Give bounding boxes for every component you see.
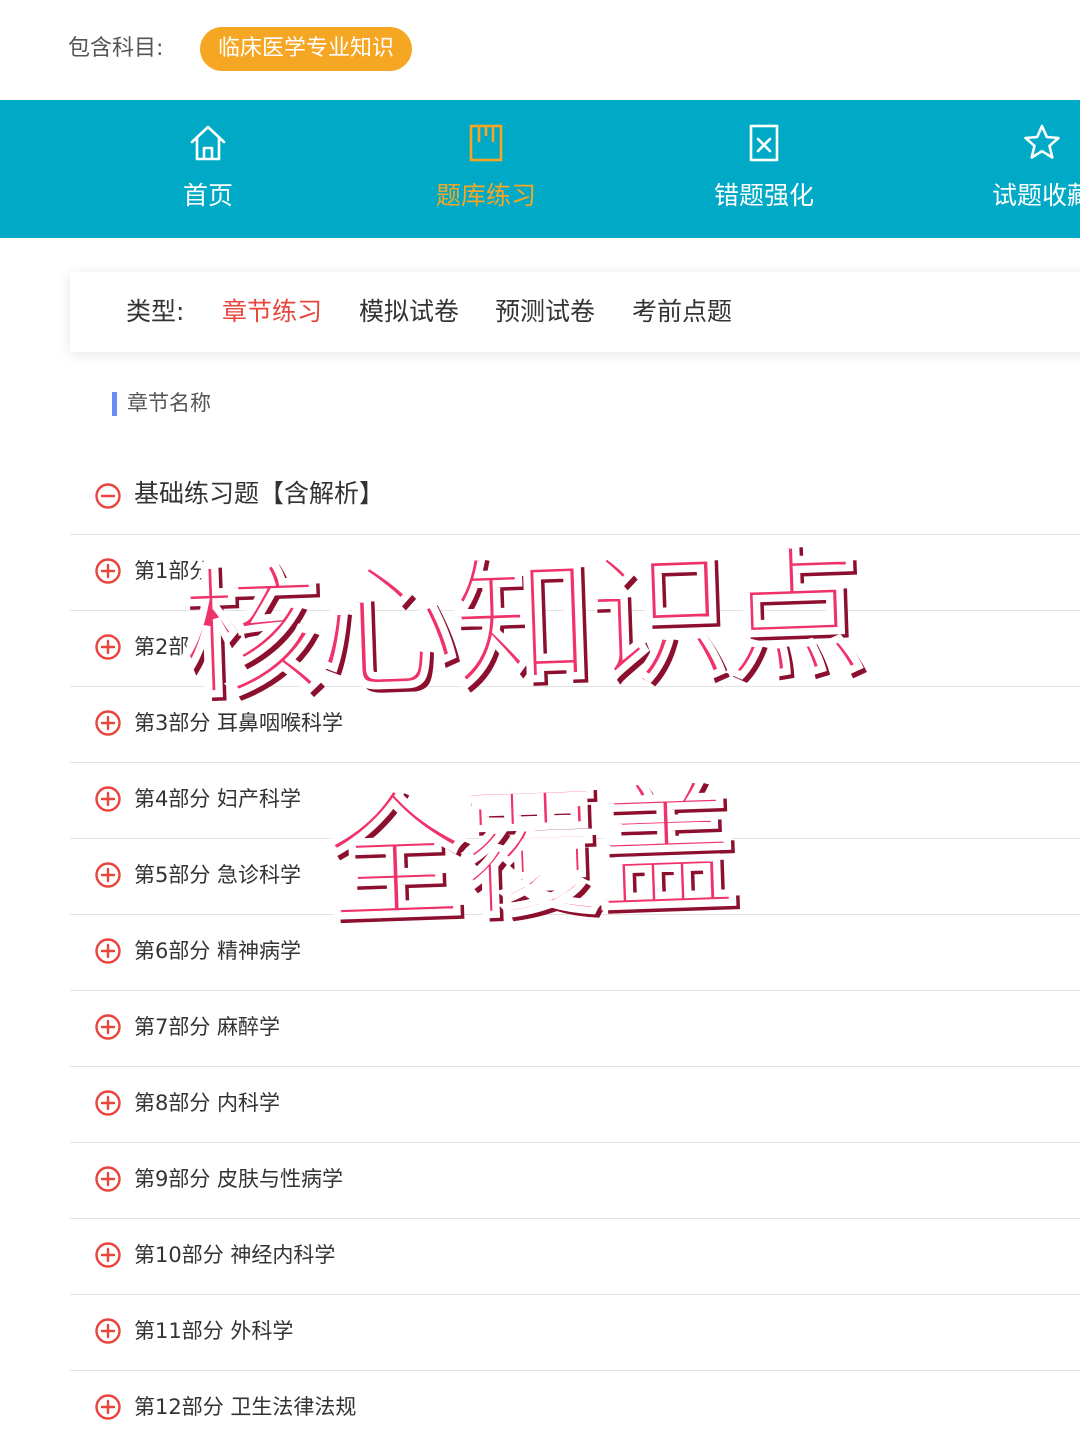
star-icon [1024,124,1060,159]
nav-label: 首页 [182,181,233,210]
subject-bar: 包含科目: 临床医学专业知识 [0,0,1080,100]
chapter-title: 第4部分 妇产科学 [134,787,302,811]
group-row[interactable]: 基础练习题【含解析】 [70,458,1080,535]
promo-overlay-line1: 核心知识点 [176,530,864,720]
chapter-title: 第12部分 卫生法律法规 [134,1395,357,1419]
expand-circle-icon[interactable] [94,1089,122,1117]
nav-item-wrong-questions[interactable]: 错题强化 [674,100,854,238]
expand-circle-icon[interactable] [94,633,122,661]
expand-circle-icon[interactable] [94,1317,122,1345]
chapter-title: 第7部分 麻醉学 [134,1015,281,1039]
chapter-title: 第9部分 皮肤与性病学 [134,1167,344,1191]
tab-mock-exam[interactable]: 模拟试卷 [359,294,459,330]
nav-item-favorites[interactable]: 试题收藏 [952,100,1080,238]
nav-label: 错题强化 [713,181,814,210]
chapter-title: 第5部分 急诊科学 [134,863,302,887]
chapter-row[interactable]: 第8部分 内科学 [70,1066,1080,1143]
tab-pre-exam-points[interactable]: 考前点题 [632,294,732,330]
expand-circle-icon[interactable] [94,1241,122,1269]
tab-prediction-exam[interactable]: 预测试卷 [495,294,595,330]
chapter-title: 第10部分 神经内科学 [134,1243,336,1267]
book-icon [469,124,503,162]
nav-item-home[interactable]: 首页 [118,100,298,238]
nav-label: 试题收藏 [991,181,1080,210]
subject-chip[interactable]: 临床医学专业知识 [200,27,413,71]
expand-circle-icon[interactable] [94,709,122,737]
chapter-header-bar [112,392,117,416]
expand-circle-icon[interactable] [94,1393,122,1421]
promo-overlay-line2: 全覆盖 [321,764,737,944]
chapter-row[interactable]: 第7部分 麻醉学 [70,990,1080,1067]
chapter-title: 第11部分 外科学 [134,1319,294,1343]
wrong-question-icon [749,124,779,162]
expand-circle-icon[interactable] [94,861,122,889]
chapter-row[interactable]: 第9部分 皮肤与性病学 [70,1142,1080,1219]
chapter-title: 第6部分 精神病学 [134,939,302,963]
top-nav: 首页 题库练习 错题强化 试题收藏 [0,100,1080,238]
expand-circle-icon[interactable] [94,557,122,585]
group-title: 基础练习题【含解析】 [134,479,385,508]
subject-label: 包含科目: [68,36,164,61]
expand-circle-icon[interactable] [94,785,122,813]
chapter-row[interactable]: 第12部分 卫生法律法规 [70,1370,1080,1446]
collapse-circle-icon[interactable] [94,482,122,510]
expand-circle-icon[interactable] [94,1165,122,1193]
expand-circle-icon[interactable] [94,1013,122,1041]
tab-chapter-practice[interactable]: 章节练习 [222,294,322,330]
chapter-header-label: 章节名称 [127,391,211,415]
chapter-row[interactable]: 第11部分 外科学 [70,1294,1080,1371]
type-label: 类型: [126,297,185,326]
type-filter: 类型: 章节练习 模拟试卷 预测试卷 考前点题 [70,272,1080,352]
home-icon [190,125,226,161]
chapter-title: 第8部分 内科学 [134,1091,281,1115]
chapter-row[interactable]: 第10部分 神经内科学 [70,1218,1080,1295]
nav-item-question-bank[interactable]: 题库练习 [396,100,576,238]
nav-label: 题库练习 [435,181,536,210]
expand-circle-icon[interactable] [94,937,122,965]
